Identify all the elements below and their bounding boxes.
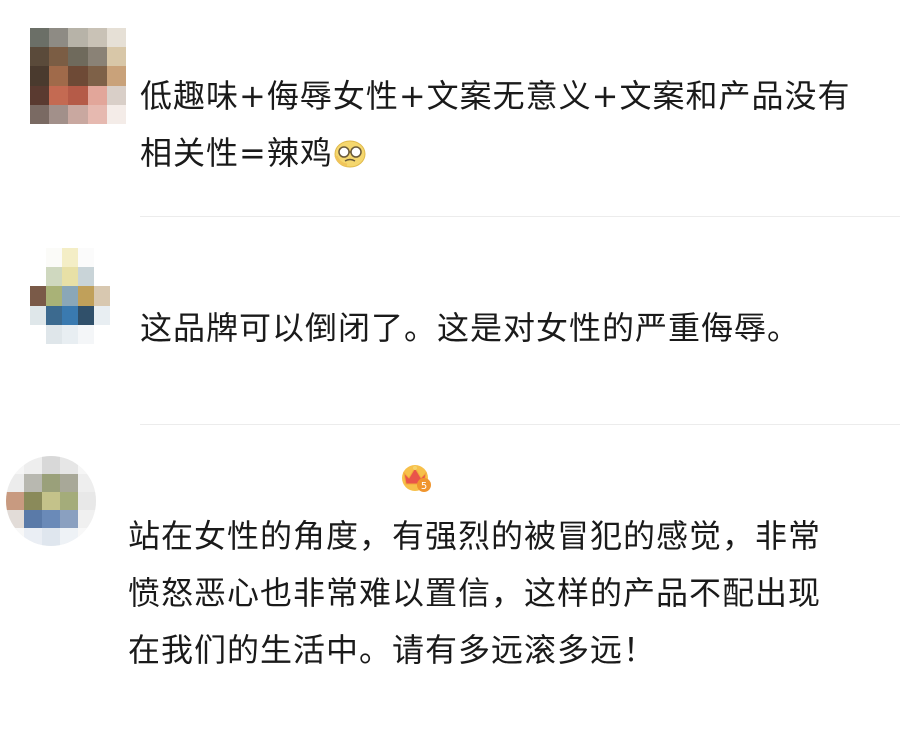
comment-text: 这品牌可以倒闭了。这是对女性的严重侮辱。 xyxy=(140,309,801,347)
comment-divider xyxy=(140,216,900,217)
comment-divider xyxy=(140,424,900,425)
avatar[interactable] xyxy=(30,248,110,344)
avatar[interactable] xyxy=(30,28,126,124)
avatar[interactable] xyxy=(6,456,96,546)
badge-level: 5 xyxy=(421,481,427,492)
comment-text: 站在女性的角度，有强烈的被冒犯的感觉，非常愤怒恶心也非常难以置信，这样的产品不配… xyxy=(128,517,822,669)
facepalm-glasses-emoji-icon xyxy=(333,129,367,168)
comment-body: 低趣味+侮辱女性+文案无意义+文案和产品没有相关性=辣鸡 xyxy=(140,77,851,172)
comment-text: 低趣味+侮辱女性+文案无意义+文案和产品没有相关性=辣鸡 xyxy=(140,68,880,182)
crown-badge-icon: 5 xyxy=(402,465,431,492)
